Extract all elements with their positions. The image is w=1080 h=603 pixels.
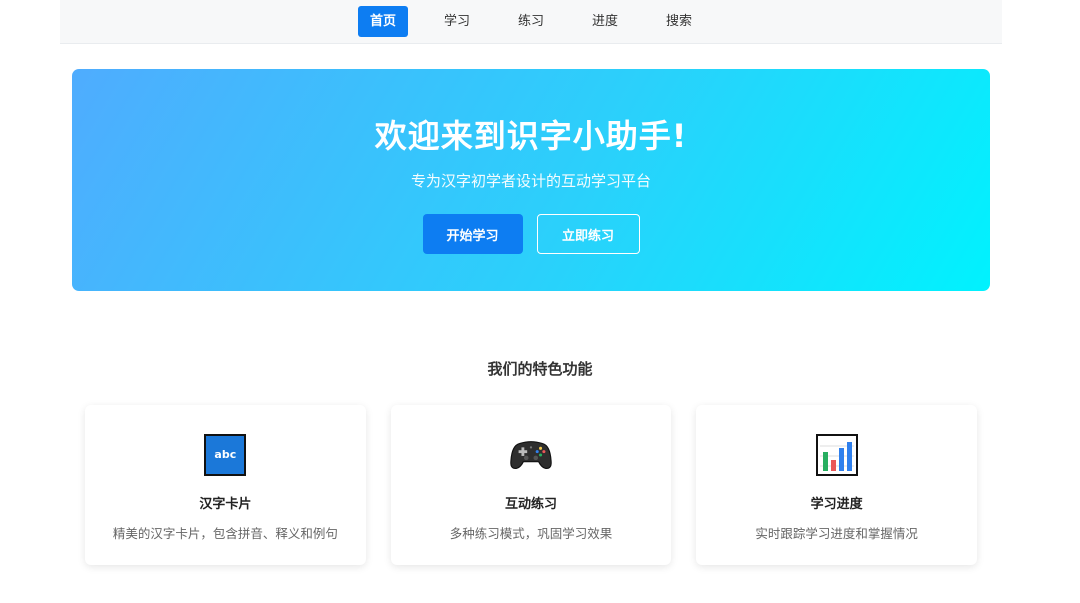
hero-banner: 欢迎来到识字小助手! 专为汉字初学者设计的互动学习平台 开始学习 立即练习 [72, 69, 990, 291]
feature-card-desc: 精美的汉字卡片，包含拼音、释义和例句 [112, 526, 338, 541]
feature-card-desc: 实时跟踪学习进度和掌握情况 [755, 526, 918, 541]
feature-card-title: 学习进度 [810, 497, 863, 512]
features-list: abc 汉字卡片 精美的汉字卡片，包含拼音、释义和例句 互动练习 多种练习模式，… [85, 405, 978, 565]
bar-chart-icon [815, 434, 858, 476]
nav-item-progress[interactable]: 进度 [580, 6, 630, 37]
hero-subtitle: 专为汉字初学者设计的互动学习平台 [410, 172, 651, 190]
hero-actions: 开始学习 立即练习 [72, 214, 990, 254]
feature-card-flashcards[interactable]: abc 汉字卡片 精美的汉字卡片，包含拼音、释义和例句 [85, 405, 366, 565]
nav-item-learn[interactable]: 学习 [432, 6, 482, 37]
feature-card-title: 互动练习 [505, 497, 558, 512]
abc-icon-label: abc [204, 434, 247, 476]
nav-item-practice[interactable]: 练习 [506, 6, 556, 37]
start-learning-button[interactable]: 开始学习 [422, 214, 523, 254]
abc-icon: abc [204, 434, 247, 476]
hero-title: 欢迎来到识字小助手! [374, 117, 688, 155]
feature-card-desc: 多种练习模式，巩固学习效果 [449, 526, 613, 541]
feature-card-practice[interactable]: 互动练习 多种练习模式，巩固学习效果 [390, 405, 672, 565]
features-title: 我们的特色功能 [487, 360, 593, 378]
feature-card-progress[interactable]: 学习进度 实时跟踪学习进度和掌握情况 [696, 405, 978, 565]
feature-card-title: 汉字卡片 [199, 497, 252, 512]
nav-item-home[interactable]: 首页 [358, 6, 408, 37]
gamepad-icon [510, 434, 552, 476]
practice-now-button[interactable]: 立即练习 [536, 214, 640, 254]
nav-item-search[interactable]: 搜索 [654, 6, 704, 37]
top-navbar: 首页 学习 练习 进度 搜索 [60, 0, 1002, 44]
